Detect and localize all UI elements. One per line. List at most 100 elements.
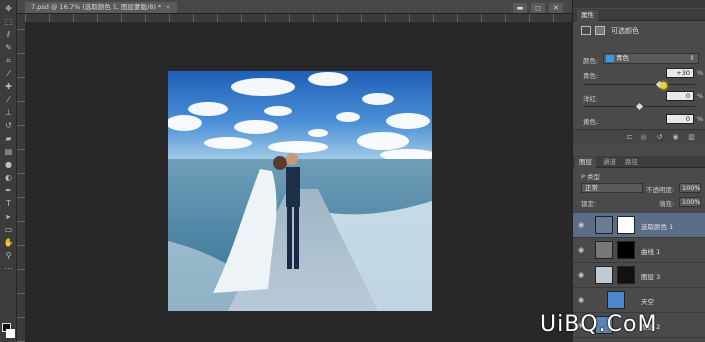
adjustment-thumbnail	[595, 216, 613, 234]
blend-mode-select[interactable]: 正常	[581, 183, 643, 193]
cyan-label: 青色:	[583, 72, 599, 80]
lock-label: 锁定:	[581, 200, 597, 208]
layers-tab-bar: 图层 通道 路径	[573, 156, 705, 168]
stamp-icon[interactable]: ⊥	[3, 108, 14, 117]
close-tab-icon[interactable]: ×	[165, 3, 170, 11]
properties-header: 可选颜色	[581, 24, 701, 38]
shape-icon[interactable]: ▭	[3, 225, 14, 234]
adjustment-thumbnail	[595, 241, 613, 259]
maximize-button[interactable]: ◻	[531, 3, 545, 13]
properties-footer: ⊏ ◎ ↺ ◉ ▥	[573, 129, 705, 143]
tools-panel: ✥ ⬚ ℓ ✎ ⌗ ⁄ ✚ ⁄ ⊥ ↺ ▰ ▤ ● ◐ ✒ T ▸ ▭ ✋ ⚲ …	[0, 0, 17, 342]
document-tab-bar: 7.psd @ 16.7% (选取颜色 1, 图层蒙版/8) * ×	[17, 0, 572, 14]
path-select-icon[interactable]: ▸	[3, 212, 14, 221]
magenta-value-input[interactable]: 0	[666, 91, 694, 101]
chevron-down-icon: ⇕	[689, 54, 695, 62]
reset-icon[interactable]: ↺	[655, 133, 664, 141]
fill-input[interactable]: 100%	[679, 197, 701, 207]
layer-row-layer3[interactable]: ◉ 图层 3	[573, 263, 705, 288]
opacity-label: 不透明度:	[646, 186, 675, 194]
eye-icon[interactable]: ◉	[578, 272, 586, 279]
move-icon[interactable]: ✥	[3, 4, 14, 13]
eye-icon[interactable]: ◉	[578, 297, 586, 304]
tab-paths[interactable]: 路径	[621, 157, 642, 168]
dock-header-strip	[573, 0, 705, 8]
ruler-corner	[17, 14, 25, 22]
vertical-ruler	[17, 22, 25, 342]
layer-thumbnail	[595, 266, 613, 284]
minimize-button[interactable]: ▬	[513, 3, 527, 13]
document-image[interactable]	[168, 71, 432, 311]
visibility-icon[interactable]: ◉	[671, 133, 680, 141]
magenta-slider[interactable]	[583, 102, 695, 111]
layer-row-selective-color[interactable]: ◉ 选取颜色 1	[573, 213, 705, 238]
adjustment-icon	[581, 26, 591, 35]
marquee-icon[interactable]: ⬚	[3, 17, 14, 26]
dodge-icon[interactable]: ◐	[3, 173, 14, 182]
layer-name: 图层 3	[641, 273, 661, 281]
color-select-value: 青色	[616, 54, 629, 62]
layer-filter[interactable]: P 类型	[581, 171, 600, 181]
pen-icon[interactable]: ✒	[3, 186, 14, 195]
brush-icon[interactable]: ⁄	[3, 95, 14, 104]
wedding-photo	[168, 71, 432, 311]
tab-properties[interactable]: 属性	[577, 10, 598, 21]
fill-label: 填充:	[659, 200, 675, 208]
mask-thumbnail[interactable]	[617, 241, 635, 259]
layer-row-sky[interactable]: ◉ 天空	[573, 288, 705, 313]
yellow-unit: %	[697, 115, 704, 123]
layer-name: 天空	[641, 298, 654, 306]
adjustment-title: 可选颜色	[611, 27, 639, 35]
yellow-value-input[interactable]: 0	[666, 114, 694, 124]
cyan-swatch	[606, 55, 614, 62]
yellow-label: 黄色:	[583, 118, 599, 126]
type-icon[interactable]: T	[3, 199, 14, 208]
gradient-icon[interactable]: ▤	[3, 147, 14, 156]
properties-tab-bar: 属性	[573, 9, 705, 21]
blur-icon[interactable]: ●	[3, 160, 14, 169]
delete-icon[interactable]: ▥	[687, 133, 696, 141]
layer-row-curves[interactable]: ◉ 曲线 1	[573, 238, 705, 263]
eye-icon[interactable]: ◉	[578, 247, 586, 254]
right-dock: 属性 可选颜色 颜色: 青色 ⇕ 青色: +30 % 洋红: 0 % 黄色: 0…	[572, 0, 705, 342]
mask-thumbnail[interactable]	[617, 266, 635, 284]
magenta-unit: %	[697, 92, 704, 100]
extra-tools-icon[interactable]: …	[3, 262, 14, 271]
clip-to-layer-icon[interactable]: ⊏	[625, 133, 634, 141]
window-controls: ▬ ◻ ✕	[505, 2, 570, 14]
crop-icon[interactable]: ⌗	[3, 56, 14, 65]
color-label: 颜色:	[583, 57, 599, 65]
close-window-button[interactable]: ✕	[549, 3, 563, 13]
lasso-icon[interactable]: ℓ	[3, 30, 14, 39]
eraser-icon[interactable]: ▰	[3, 134, 14, 143]
cyan-unit: %	[697, 69, 704, 77]
color-select[interactable]: 青色 ⇕	[603, 53, 699, 64]
cyan-value-input[interactable]: +30	[666, 68, 694, 78]
canvas-area[interactable]	[25, 22, 572, 342]
layer-name: 选取颜色 1	[641, 223, 674, 231]
zoom-icon[interactable]: ⚲	[3, 251, 14, 260]
mask-icon[interactable]	[595, 26, 605, 35]
eye-icon[interactable]: ◉	[578, 222, 586, 229]
document-tab-title: 7.psd @ 16.7% (选取颜色 1, 图层蒙版/8) *	[31, 3, 162, 11]
watermark: UiBQ.CoM	[540, 312, 658, 337]
magenta-slider-knob[interactable]	[635, 102, 644, 111]
mouse-cursor-indicator	[660, 82, 667, 89]
healing-icon[interactable]: ✚	[3, 82, 14, 91]
magenta-label: 洋红:	[583, 95, 599, 103]
history-brush-icon[interactable]: ↺	[3, 121, 14, 130]
background-color-swatch[interactable]	[6, 329, 15, 338]
eyedropper-icon[interactable]: ⁄	[3, 69, 14, 78]
hand-icon[interactable]: ✋	[3, 238, 14, 247]
horizontal-ruler	[25, 14, 572, 22]
tab-layers[interactable]: 图层	[575, 157, 596, 168]
layer-thumbnail	[607, 291, 625, 309]
quick-select-icon[interactable]: ✎	[3, 43, 14, 52]
cyan-slider[interactable]	[583, 80, 695, 89]
view-previous-icon[interactable]: ◎	[639, 133, 648, 141]
opacity-input[interactable]: 100%	[679, 183, 701, 193]
layer-name: 曲线 1	[641, 248, 661, 256]
tab-channels[interactable]: 通道	[599, 157, 620, 168]
document-tab[interactable]: 7.psd @ 16.7% (选取颜色 1, 图层蒙版/8) * ×	[25, 2, 177, 13]
mask-thumbnail[interactable]	[617, 216, 635, 234]
